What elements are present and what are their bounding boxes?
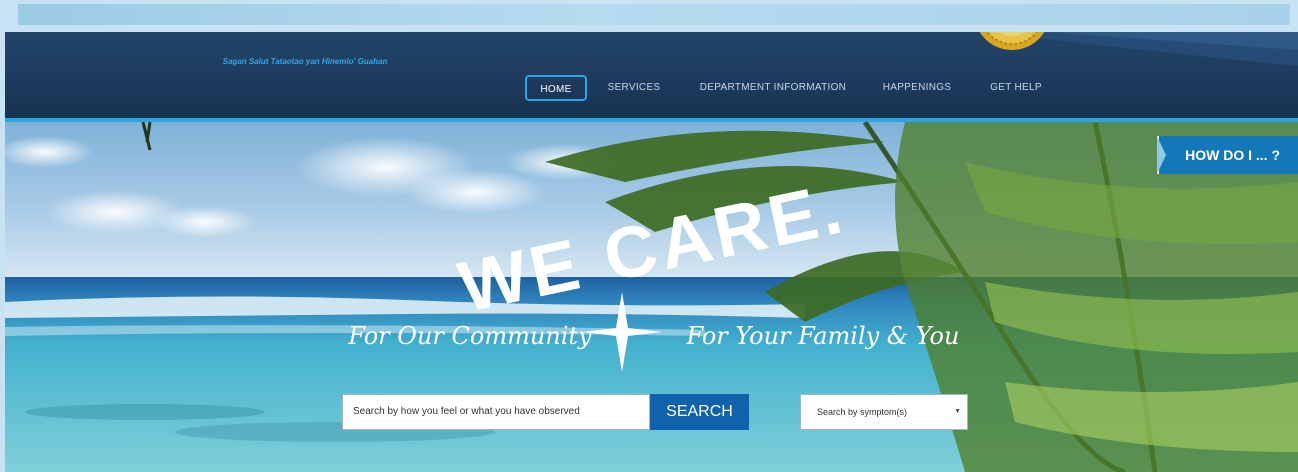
nav-happenings[interactable]: HAPPENINGS: [877, 75, 957, 101]
nav-services[interactable]: SERVICES: [603, 75, 665, 101]
nav-get-help[interactable]: GET HELP: [981, 75, 1051, 101]
website: Sagan Salut Tataotao yan Hinemlo' Guahan…: [5, 32, 1298, 472]
hero-banner: WE CARE. For Our Community For Your Fami…: [5, 122, 1298, 472]
guam-seal-logo[interactable]: [973, 32, 1051, 58]
browser-top-strip: [18, 4, 1290, 25]
search-input[interactable]: Search by how you feel or what you have …: [342, 394, 650, 430]
tagline: Sagan Salut Tataotao yan Hinemlo' Guahan: [222, 57, 388, 66]
symptom-select[interactable]: Search by symptom(s) ▼: [800, 394, 968, 430]
how-do-i-button[interactable]: HOW DO I ... ?: [1157, 136, 1298, 174]
site-header: Sagan Salut Tataotao yan Hinemlo' Guahan…: [5, 32, 1298, 122]
nav-department-information[interactable]: DEPARTMENT INFORMATION: [691, 75, 855, 101]
top-band: [0, 0, 1298, 32]
chevron-down-icon: ▼: [954, 408, 961, 415]
search-button[interactable]: SEARCH: [650, 394, 749, 430]
nav-home[interactable]: HOME: [525, 75, 587, 101]
symptom-select-label: Search by symptom(s): [817, 407, 908, 417]
